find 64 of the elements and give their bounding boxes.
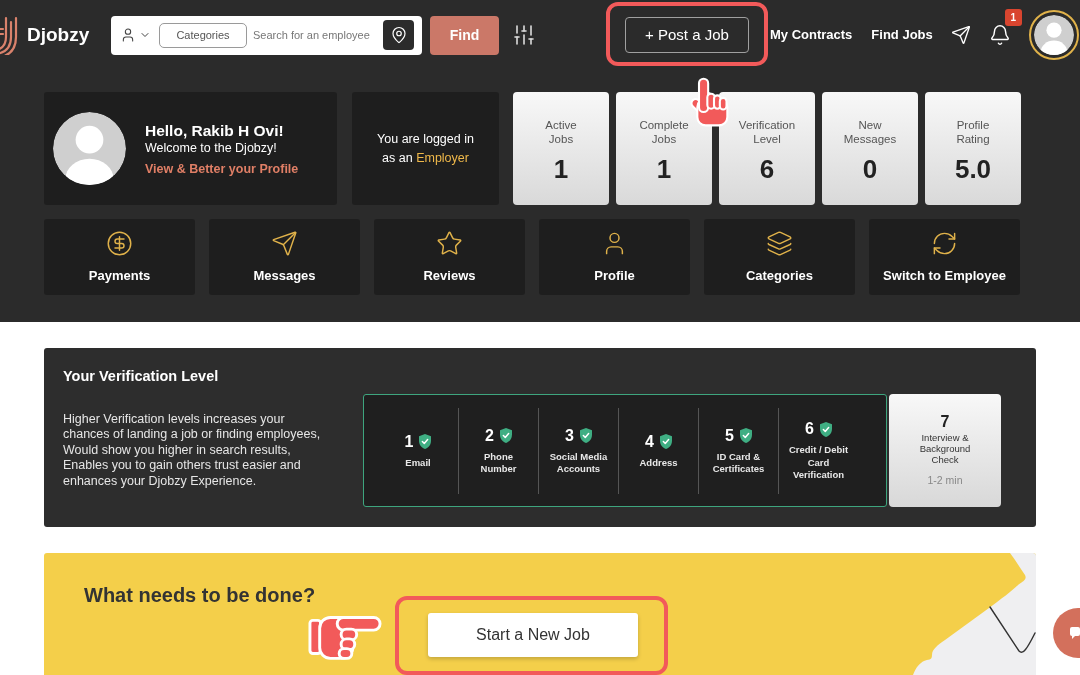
nav-link[interactable]: My Contracts [770,25,853,45]
step-label: Email [405,456,431,470]
shortcut-tile[interactable]: Categories [704,219,855,295]
shortcut-tile[interactable]: Profile [539,219,690,295]
login-status-text: You are logged in as an Employer [376,130,475,167]
shortcut-tile[interactable]: Messages [209,219,360,295]
user-icon [120,27,136,43]
step-label: Interview & Background Check [919,432,971,466]
stat-label: Verification Level [738,118,796,146]
nav-link[interactable]: Find Jobs [871,25,933,45]
stat-value: 5.0 [954,154,992,184]
chat-button[interactable] [1053,608,1080,658]
logo-text: Djobzy [27,22,90,47]
layers-icon [766,230,793,257]
stat-label: Active Jobs [545,118,577,146]
step-number: 5 [725,425,734,446]
post-job-button[interactable]: + Post a Job [625,17,749,53]
search-field[interactable]: Search for an employee [253,22,383,48]
refresh-icon [931,230,958,257]
pointing-hand-icon [689,76,729,128]
step-duration: 1-2 min [927,473,963,489]
user-type-dropdown[interactable] [120,27,151,43]
filter-sliders-icon[interactable] [512,23,536,47]
avatar-silhouette-icon [1033,15,1074,55]
shortcut-tile[interactable]: Payments [44,219,195,295]
welcome-text: Welcome to the Djobzy! [145,139,278,156]
notification-badge: 1 [1004,9,1022,26]
shortcut-tile[interactable]: Reviews [374,219,525,295]
step-number: 4 [645,431,654,452]
step-number: 3 [565,425,574,446]
user-avatar[interactable] [1028,10,1079,60]
stat-value: 1 [553,154,569,184]
step-label: Credit / Debit Card Verification [788,444,849,482]
step-number: 6 [805,419,814,440]
location-button[interactable] [383,20,414,50]
stat-value: 0 [862,154,878,184]
start-job-button[interactable]: Start a New Job [428,613,638,657]
step-label: ID Card & Certificates [712,450,765,476]
shortcut-tile[interactable]: Switch to Employee [869,219,1020,295]
step-label: Address [639,456,678,470]
paper-plane-icon[interactable] [950,25,971,45]
categories-button[interactable]: Categories [159,22,247,48]
chat-bubble-icon [1070,627,1080,639]
step-label: Social Media Accounts [549,450,608,476]
paper-plane-icon [271,230,298,257]
banner-title: What needs to be done? [84,583,317,607]
star-icon [436,230,463,257]
profile-link[interactable]: View & Better your Profile [145,160,299,177]
stat-label: Profile Rating [956,118,990,146]
verification-title: Your Verification Level [63,368,220,385]
greeting-text: Hello, Rakib H Ovi! [145,120,285,140]
search-bar[interactable]: Categories Search for an employee [111,15,422,55]
dollar-coin-icon [106,230,133,257]
stat-value: 1 [656,154,672,184]
stat-value: 6 [759,154,775,184]
step-label: Phone Number [480,450,517,476]
step-number: 2 [485,425,494,446]
location-pin-icon [389,26,408,44]
stat-label: New Messages [843,118,897,146]
bell-icon[interactable] [988,24,1011,46]
step-number: 1 [404,431,414,452]
stat-label: Complete Jobs [639,118,689,146]
verification-description: Higher Verification levels increases your chances of landing a job or finding employees, Would show you higher in search results, Enables you to gain others trust easier and enhances your Djobzy Experience. [63,411,322,490]
step-number: 7 [940,412,950,433]
